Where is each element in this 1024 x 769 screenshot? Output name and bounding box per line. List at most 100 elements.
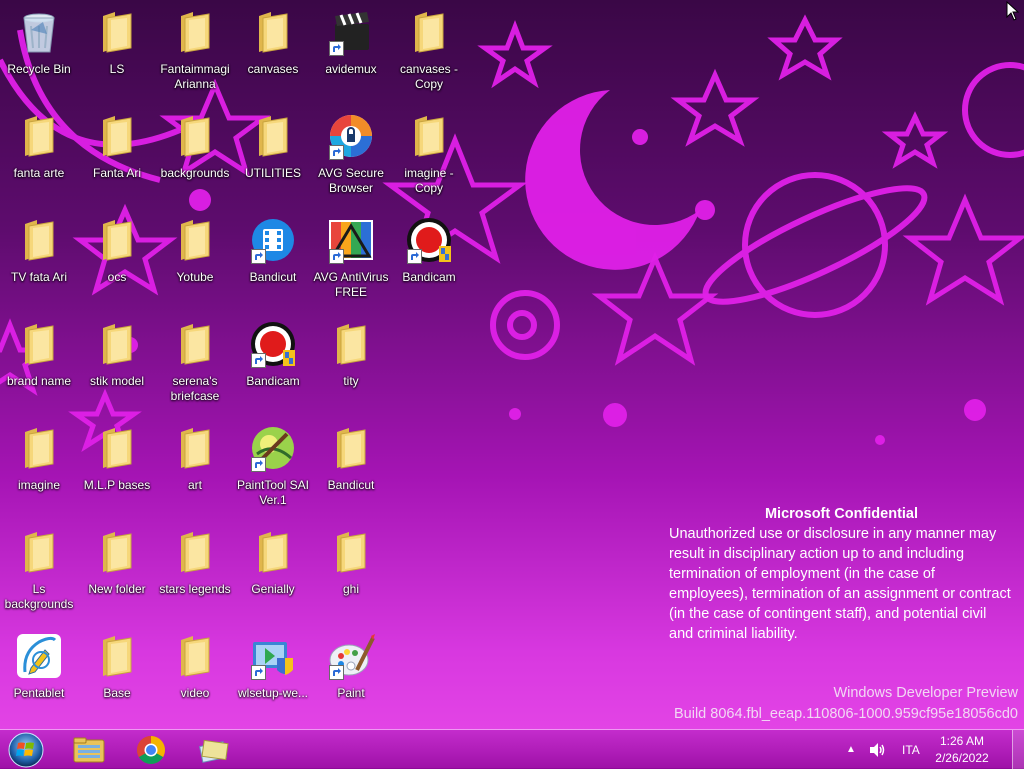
- desktop-icon-paint[interactable]: Paint: [313, 628, 389, 728]
- desktop-icon-label: ocs: [107, 270, 127, 284]
- desktop-icon-label: PaintTool SAI Ver.1: [236, 478, 310, 507]
- folder-icon: [249, 8, 297, 56]
- desktop-icon-label: video: [180, 686, 210, 700]
- desktop-icon-avg-antivirus-free[interactable]: AVG AntiVirus FREE: [313, 212, 389, 312]
- confidential-body: Unauthorized use or disclosure in any ma…: [669, 526, 1011, 642]
- folder-icon: [171, 320, 219, 368]
- folder-icon: [93, 320, 141, 368]
- desktop-icon-bandicam-2[interactable]: Bandicam: [235, 316, 311, 416]
- folder-icon: [171, 632, 219, 680]
- folder-icon: [93, 8, 141, 56]
- desktop-icon-label: Ls backgrounds: [4, 582, 74, 611]
- tray-volume[interactable]: [868, 730, 886, 769]
- desktop-icon-brand-name[interactable]: brand name: [1, 316, 77, 416]
- folder-icon: [327, 320, 375, 368]
- desktop-icon-genially[interactable]: Genially: [235, 524, 311, 624]
- desktop-icon-ls[interactable]: LS: [79, 4, 155, 104]
- folder-icon: [171, 8, 219, 56]
- desktop-icon-recycle-bin[interactable]: Recycle Bin: [1, 4, 77, 104]
- pentablet-icon: [15, 632, 63, 680]
- folder-icon: [171, 112, 219, 160]
- folder-icon: [171, 216, 219, 264]
- folder-icon: [15, 112, 63, 160]
- desktop-icon-yotube[interactable]: Yotube: [157, 212, 233, 312]
- desktop-icon-ghi[interactable]: ghi: [313, 524, 389, 624]
- desktop-icon-bandicam-1[interactable]: Bandicam: [391, 212, 467, 312]
- desktop-icon-ocs[interactable]: ocs: [79, 212, 155, 312]
- bandicam-icon: [249, 320, 297, 368]
- desktop-icon-video[interactable]: video: [157, 628, 233, 728]
- desktop-icon-label: Recycle Bin: [7, 62, 71, 76]
- shortcut-arrow-icon: [251, 353, 266, 368]
- clock-date: 2/26/2022: [935, 751, 989, 765]
- desktop-icon-fantaimmagi-arianna[interactable]: Fantaimmagi Arianna: [157, 4, 233, 104]
- taskbar-libraries[interactable]: [186, 733, 240, 767]
- desktop-icon-avg-secure-browser[interactable]: AVG Secure Browser: [313, 108, 389, 208]
- desktop-icon-fanta-arte[interactable]: fanta arte: [1, 108, 77, 208]
- tray-show-hidden[interactable]: ▲: [846, 730, 856, 769]
- file-explorer-icon: [73, 737, 105, 763]
- desktop-icon-base[interactable]: Base: [79, 628, 155, 728]
- tray-clock[interactable]: 1:26 AM 2/26/2022: [920, 733, 1004, 767]
- desktop-icon-label: avidemux: [325, 62, 377, 76]
- chevron-up-icon: ▲: [846, 744, 856, 755]
- desktop-icon-pentablet[interactable]: Pentablet: [1, 628, 77, 728]
- desktop-icon-backgrounds[interactable]: backgrounds: [157, 108, 233, 208]
- desktop-icon-label: New folder: [88, 582, 146, 596]
- desktop-icon-new-folder[interactable]: New folder: [79, 524, 155, 624]
- desktop-icon-ls-backgrounds[interactable]: Ls backgrounds: [1, 524, 77, 624]
- shortcut-arrow-icon: [329, 41, 344, 56]
- desktop-icon-stars-legends[interactable]: stars legends: [157, 524, 233, 624]
- desktop-icon-avidemux[interactable]: avidemux: [313, 4, 389, 104]
- desktop-icon-painttool-sai[interactable]: PaintTool SAI Ver.1: [235, 420, 311, 520]
- start-orb-icon: [8, 732, 44, 768]
- desktop-icon-stik-model[interactable]: stik model: [79, 316, 155, 416]
- folder-icon: [171, 424, 219, 472]
- desktop-icon-wlsetup[interactable]: wlsetup-we...: [235, 628, 311, 728]
- start-button[interactable]: [6, 731, 46, 769]
- shortcut-arrow-icon: [329, 145, 344, 160]
- avgbrowser-icon: [327, 112, 375, 160]
- desktop-icon-tv-fata-ari[interactable]: TV fata Ari: [1, 212, 77, 312]
- folder-icon: [15, 320, 63, 368]
- desktop-icon-canvases[interactable]: canvases: [235, 4, 311, 104]
- chrome-icon: [137, 736, 165, 764]
- desktop-icon-utilities[interactable]: UTILITIES: [235, 108, 311, 208]
- folder-icon: [327, 528, 375, 576]
- desktop-icon-label: UTILITIES: [244, 166, 301, 180]
- desktop-icon-serenas-briefcase[interactable]: serena's briefcase: [157, 316, 233, 416]
- folder-icon: [93, 528, 141, 576]
- desktop-icon-fanta-ari[interactable]: Fanta Ari: [79, 108, 155, 208]
- desktop-icon-tity[interactable]: tity: [313, 316, 389, 416]
- desktop-icon-art[interactable]: art: [157, 420, 233, 520]
- confidential-title: Microsoft Confidential: [764, 506, 919, 522]
- desktop-icon-label: Bandicut: [327, 478, 375, 492]
- tray-language[interactable]: ITA: [902, 730, 920, 769]
- desktop-icon-imagine[interactable]: imagine: [1, 420, 77, 520]
- product-name: Windows Developer Preview: [833, 685, 1018, 701]
- desktop-icon-label: stik model: [89, 374, 145, 388]
- avgav-icon: [327, 216, 375, 264]
- folder-icon: [249, 528, 297, 576]
- desktop-icon-label: Yotube: [176, 270, 214, 284]
- taskbar-file-explorer[interactable]: [62, 733, 116, 767]
- folder-icon: [93, 216, 141, 264]
- show-desktop-button[interactable]: [1012, 730, 1024, 769]
- language-indicator: ITA: [902, 742, 920, 757]
- folder-icon: [15, 424, 63, 472]
- desktop-icon-imagine-copy[interactable]: imagine - Copy: [391, 108, 467, 208]
- taskbar-chrome[interactable]: [124, 733, 178, 767]
- libraries-icon: [199, 739, 229, 763]
- desktop-icon-mlp-bases[interactable]: M.L.P bases: [79, 420, 155, 520]
- desktop-icon-label: Bandicam: [246, 374, 300, 388]
- desktop-icon-canvases-copy[interactable]: canvases - Copy: [391, 4, 467, 104]
- desktop-icon-label: Pentablet: [13, 686, 65, 700]
- desktop-icon-label: Genially: [251, 582, 295, 596]
- folder-icon: [15, 216, 63, 264]
- desktop-icon-bandicut-1[interactable]: Bandicut: [235, 212, 311, 312]
- desktop-icon-label: imagine - Copy: [404, 166, 454, 195]
- folder-icon: [405, 8, 453, 56]
- desktop-icon-bandicut-2[interactable]: Bandicut: [313, 420, 389, 520]
- shortcut-arrow-icon: [329, 249, 344, 264]
- folder-icon: [171, 528, 219, 576]
